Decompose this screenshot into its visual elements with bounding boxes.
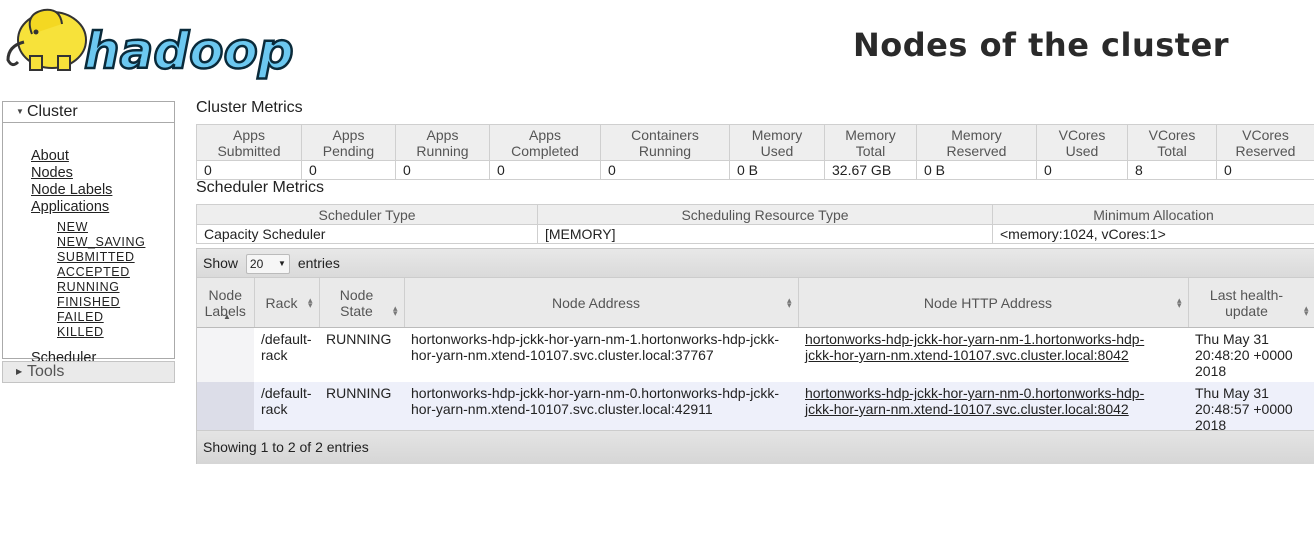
nav-app-new[interactable]: NEW [57,220,88,234]
metric-value: 0 [301,160,396,180]
nodes-datatable: Show 20 ▼ entries Node Labels ▲ Rack ▴ ▾ N… [196,248,1314,464]
node-http-link[interactable]: hortonworks-hdp-jckk-hor-yarn-nm-0.horto… [805,385,1144,417]
metric-value: 0 B [916,160,1037,180]
table-row: /default-rack RUNNING hortonworks-hdp-jc… [197,327,1314,382]
nav-app-finished[interactable]: FINISHED [57,295,120,309]
scheduler-header: Scheduling Resource Type [537,204,993,225]
scheduler-header: Minimum Allocation [992,204,1314,225]
col-last-health-update[interactable]: Last health-update ▴ ▾ [1188,278,1314,328]
nav-node-labels[interactable]: Node Labels [31,182,112,198]
nav-app-killed[interactable]: KILLED [57,325,104,339]
metric-header: Memory Reserved [916,124,1037,161]
sort-asc-icon: ▲ [223,312,231,321]
metric-value: 0 [600,160,730,180]
sort-both-icon: ▴ ▾ [1303,303,1309,318]
nodes-table: Node Labels ▲ Rack ▴ ▾ Node State ▴ ▾ Node A… [197,278,1314,436]
health-update-cell: Thu May 31 20:48:20 +0000 2018 [1188,327,1314,382]
metric-header: Apps Submitted [196,124,302,161]
metric-value: 0 [196,160,302,180]
entries-label: entries [297,255,340,271]
nav-app-running[interactable]: RUNNING [57,280,120,294]
metric-value: 32.67 GB [824,160,917,180]
nav-about[interactable]: About [31,148,69,164]
table-row: /default-rack RUNNING hortonworks-hdp-jc… [197,382,1314,436]
sort-both-icon: ▴ ▾ [392,303,398,318]
rack-cell: /default-rack [254,382,319,436]
logo-text: hadoop [84,22,294,80]
datatable-info: Showing 1 to 2 of 2 entries [197,430,1314,464]
health-update-cell: Thu May 31 20:48:57 +0000 2018 [1188,382,1314,436]
nav-app-new-saving[interactable]: NEW_SAVING [57,235,145,249]
triangle-down-icon: ▼ [16,107,24,116]
scheduler-value: Capacity Scheduler [196,224,538,244]
metric-header: VCores Used [1036,124,1128,161]
tools-accordion-header[interactable]: ▶ Tools [2,361,175,383]
http-address-cell: hortonworks-hdp-jckk-hor-yarn-nm-0.horto… [798,382,1188,436]
node-labels-cell [197,382,254,436]
caret-down-icon: ▼ [278,259,286,269]
scheduler-metrics-value-row: Capacity Scheduler [MEMORY] <memory:1024… [196,224,1314,244]
col-node-state[interactable]: Node State ▴ ▾ [319,278,405,328]
metric-header: Apps Running [395,124,490,161]
scheduler-value: [MEMORY] [537,224,993,244]
node-http-link[interactable]: hortonworks-hdp-jckk-hor-yarn-nm-1.horto… [805,331,1144,363]
metric-value: 0 [489,160,601,180]
sort-both-icon: ▴ ▾ [786,295,792,310]
node-labels-cell [197,327,254,382]
state-cell: RUNNING [319,327,404,382]
metric-header: Apps Completed [489,124,601,161]
metric-header: Memory Used [729,124,825,161]
show-label: Show [203,255,239,271]
cluster-accordion-header[interactable]: ▼ Cluster [2,101,175,123]
sidebar: ▼ Cluster About Nodes Node Labels Applic… [2,101,175,383]
hadoop-logo: hadoop [2,4,302,80]
col-node-labels[interactable]: Node Labels ▲ [197,278,255,328]
scheduler-metrics-header-row: Scheduler Type Scheduling Resource Type … [196,204,1314,225]
rack-cell: /default-rack [254,327,319,382]
metric-header: VCores Reserved [1216,124,1314,161]
metric-value: 0 B [729,160,825,180]
triangle-right-icon: ▶ [16,367,23,376]
nav-app-failed[interactable]: FAILED [57,310,104,324]
page-size-value: 20 [249,257,264,272]
metric-value: 8 [1127,160,1217,180]
scheduler-header: Scheduler Type [196,204,538,225]
address-cell: hortonworks-hdp-jckk-hor-yarn-nm-0.horto… [404,382,798,436]
nav-applications[interactable]: Applications [31,199,109,215]
datatable-length-bar: Show 20 ▼ entries [197,249,1314,278]
sort-both-icon: ▴ ▾ [1176,295,1182,310]
scheduler-metrics-table: Scheduler Type Scheduling Resource Type … [196,204,1314,244]
nav-app-submitted[interactable]: SUBMITTED [57,250,135,264]
metric-header: Containers Running [600,124,730,161]
cluster-metrics-header-row: Apps Submitted Apps Pending Apps Running Ap… [196,124,1314,161]
metric-header: Memory Total [824,124,917,161]
sort-both-icon: ▴ ▾ [307,295,313,310]
state-cell: RUNNING [319,382,404,436]
metric-value: 0 [1216,160,1314,180]
scheduler-value: <memory:1024, vCores:1> [992,224,1314,244]
col-rack[interactable]: Rack ▴ ▾ [254,278,320,328]
scheduler-metrics-title: Scheduler Metrics [196,179,325,196]
metric-value: 0 [1036,160,1128,180]
tools-label: Tools [27,363,65,380]
page-size-select[interactable]: 20 ▼ [245,254,290,275]
metric-header: Apps Pending [301,124,396,161]
page-title: Nodes of the cluster [853,26,1230,64]
nav-app-accepted[interactable]: ACCEPTED [57,265,130,279]
metric-header: VCores Total [1127,124,1217,161]
cluster-label: Cluster [27,103,78,120]
cluster-menu: About Nodes Node Labels Applications NEW… [2,123,175,366]
cluster-metrics-value-row: 0 0 0 0 0 0 B 32.67 GB 0 B 0 8 0 [196,160,1314,180]
cluster-metrics-title: Cluster Metrics [196,99,303,116]
col-node-address[interactable]: Node Address ▴ ▾ [404,278,799,328]
col-node-http-address[interactable]: Node HTTP Address ▴ ▾ [798,278,1189,328]
address-cell: hortonworks-hdp-jckk-hor-yarn-nm-1.horto… [404,327,798,382]
nodes-header-row: Node Labels ▲ Rack ▴ ▾ Node State ▴ ▾ Node A… [197,278,1314,328]
metric-value: 0 [395,160,490,180]
cluster-metrics-table: Apps Submitted Apps Pending Apps Running Ap… [196,124,1314,180]
nav-nodes[interactable]: Nodes [31,165,73,181]
http-address-cell: hortonworks-hdp-jckk-hor-yarn-nm-1.horto… [798,327,1188,382]
